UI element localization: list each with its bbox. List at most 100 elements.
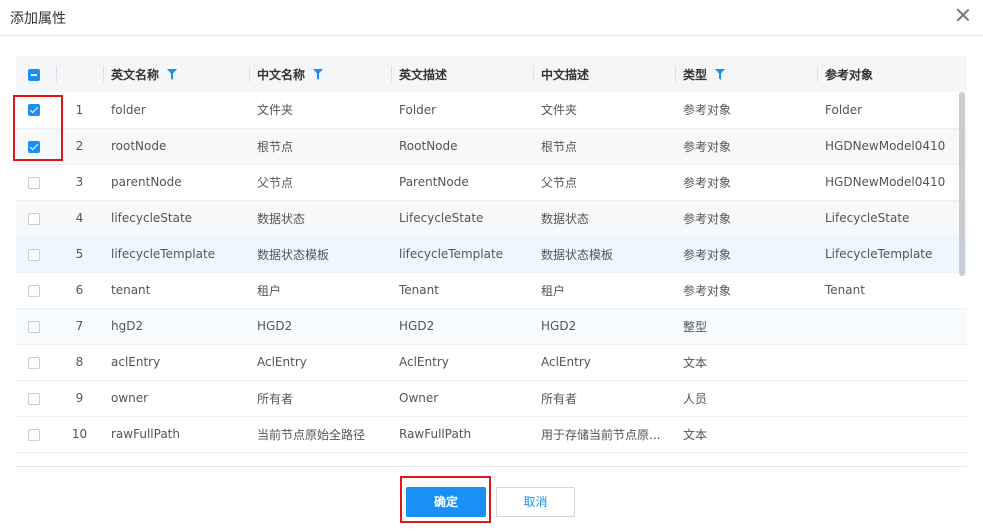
- row-index: 3: [56, 164, 103, 201]
- row-index: 9: [56, 380, 103, 417]
- cell-name-en: rootNode: [103, 128, 249, 165]
- table-row[interactable]: 3 parentNode 父节点 ParentNode 父节点 参考对象 HGDNewMod…: [16, 164, 967, 201]
- table-row[interactable]: 9 owner 所有者 Owner 所有者 人员: [16, 380, 967, 417]
- row-index: 10: [56, 416, 103, 453]
- row-checkbox[interactable]: [28, 320, 40, 333]
- table-row[interactable]: 8 aclEntry AclEntry AclEntry AclEntry 文本: [16, 344, 967, 381]
- table-row[interactable]: 2 rootNode 根节点 RootNode 根节点 参考对象 HGDNewModel04…: [16, 128, 967, 165]
- header-ref: 参考对象: [817, 56, 967, 92]
- cell-ref: [817, 344, 967, 381]
- row-index: 5: [56, 236, 103, 273]
- filter-icon[interactable]: [167, 68, 178, 80]
- row-select-cell: [16, 272, 56, 309]
- table-row[interactable]: 6 tenant 租户 Tenant 租户 参考对象 Tenant: [16, 272, 967, 309]
- attribute-table: 英文名称 中文名称 英文描述 中文描述 类型 参考对象 1 folder 文件夹…: [16, 56, 967, 467]
- cell-desc-en: lifecycleTemplate: [391, 236, 533, 273]
- header-name-cn[interactable]: 中文名称: [249, 56, 391, 92]
- cell-name-cn: 当前节点原始全路径: [249, 416, 391, 453]
- cell-desc-cn: 租户: [533, 272, 675, 309]
- cell-ref: [817, 380, 967, 417]
- row-index: 8: [56, 344, 103, 381]
- table-row[interactable]: 4 lifecycleState 数据状态 LifecycleState 数据状态 参考对…: [16, 200, 967, 237]
- cell-desc-cn: 父节点: [533, 164, 675, 201]
- header-select-all-cell: [16, 56, 56, 92]
- header-name-en[interactable]: 英文名称: [103, 56, 249, 92]
- cell-type: 参考对象: [675, 272, 817, 309]
- row-select-cell: [16, 200, 56, 237]
- cell-desc-en: RawFullPath: [391, 416, 533, 453]
- cell-name-en: folder: [103, 92, 249, 129]
- row-select-cell: [16, 236, 56, 273]
- cell-name-cn: 根节点: [249, 128, 391, 165]
- dialog-header: 添加属性: [0, 0, 983, 36]
- cell-desc-cn: 根节点: [533, 128, 675, 165]
- cell-type: 整型: [675, 308, 817, 345]
- row-checkbox[interactable]: [28, 392, 40, 405]
- cell-name-en: owner: [103, 380, 249, 417]
- row-index: 1: [56, 92, 103, 129]
- cell-desc-en: AclEntry: [391, 344, 533, 381]
- header-label: 英文描述: [399, 67, 448, 82]
- cell-desc-cn: 数据状态模板: [533, 236, 675, 273]
- cell-name-cn: AclEntry: [249, 344, 391, 381]
- cell-ref: Tenant: [817, 272, 967, 309]
- header-label: 参考对象: [825, 67, 874, 82]
- header-label: 中文名称: [257, 67, 306, 82]
- filter-icon[interactable]: [715, 68, 726, 80]
- table-row[interactable]: 1 folder 文件夹 Folder 文件夹 参考对象 Folder: [16, 92, 967, 129]
- cell-desc-cn: 用于存储当前节点原...: [533, 416, 675, 453]
- row-select-cell: [16, 380, 56, 417]
- table-header-row: 英文名称 中文名称 英文描述 中文描述 类型 参考对象: [16, 56, 967, 92]
- row-checkbox[interactable]: [28, 212, 40, 225]
- cell-ref: [817, 416, 967, 453]
- cell-ref: HGDNewModel0410: [817, 164, 967, 201]
- cell-name-en: aclEntry: [103, 344, 249, 381]
- select-all-checkbox[interactable]: [28, 68, 40, 81]
- table-row[interactable]: 5 lifecycleTemplate 数据状态模板 lifecycleTemplat…: [16, 236, 967, 273]
- header-label: 类型: [683, 67, 708, 82]
- cell-ref: Folder: [817, 92, 967, 129]
- row-select-cell: [16, 344, 56, 381]
- cancel-button[interactable]: 取消: [496, 487, 575, 517]
- cell-desc-en: HGD2: [391, 308, 533, 345]
- cell-desc-cn: AclEntry: [533, 344, 675, 381]
- cell-name-cn: 文件夹: [249, 92, 391, 129]
- cell-name-cn: 数据状态: [249, 200, 391, 237]
- table-scrollbar[interactable]: [959, 92, 965, 276]
- cell-ref: [817, 308, 967, 345]
- cell-type: 文本: [675, 416, 817, 453]
- row-checkbox[interactable]: [28, 428, 40, 441]
- row-index: 2: [56, 128, 103, 165]
- row-index: 7: [56, 308, 103, 345]
- header-index: [56, 56, 103, 92]
- cell-desc-en: Folder: [391, 92, 533, 129]
- table-row[interactable]: 10 rawFullPath 当前节点原始全路径 RawFullPath 用于存储当前节…: [16, 416, 967, 453]
- cell-type: 参考对象: [675, 164, 817, 201]
- header-label: 中文描述: [541, 67, 590, 82]
- close-icon[interactable]: [955, 7, 971, 23]
- row-checkbox[interactable]: [28, 176, 40, 189]
- row-checkbox[interactable]: [28, 248, 40, 261]
- row-checkbox[interactable]: [28, 284, 40, 297]
- cell-name-en: rawFullPath: [103, 416, 249, 453]
- cell-name-en: lifecycleTemplate: [103, 236, 249, 273]
- confirm-button[interactable]: 确定: [406, 487, 486, 517]
- cell-name-en: lifecycleState: [103, 200, 249, 237]
- cell-type: 参考对象: [675, 236, 817, 273]
- header-type[interactable]: 类型: [675, 56, 817, 92]
- cell-ref: LifecycleTemplate: [817, 236, 967, 273]
- header-desc-en: 英文描述: [391, 56, 533, 92]
- cell-desc-en: ParentNode: [391, 164, 533, 201]
- row-checkbox[interactable]: [28, 356, 40, 369]
- cell-name-en: tenant: [103, 272, 249, 309]
- cell-type: 人员: [675, 380, 817, 417]
- cell-desc-en: LifecycleState: [391, 200, 533, 237]
- dialog-title: 添加属性: [10, 11, 66, 27]
- table-row[interactable]: 7 hgD2 HGD2 HGD2 HGD2 整型: [16, 308, 967, 345]
- filter-icon[interactable]: [313, 68, 324, 80]
- cell-desc-cn: HGD2: [533, 308, 675, 345]
- cell-desc-cn: 数据状态: [533, 200, 675, 237]
- cell-type: 参考对象: [675, 92, 817, 129]
- cell-desc-cn: 文件夹: [533, 92, 675, 129]
- checkbox-highlight: [13, 95, 63, 161]
